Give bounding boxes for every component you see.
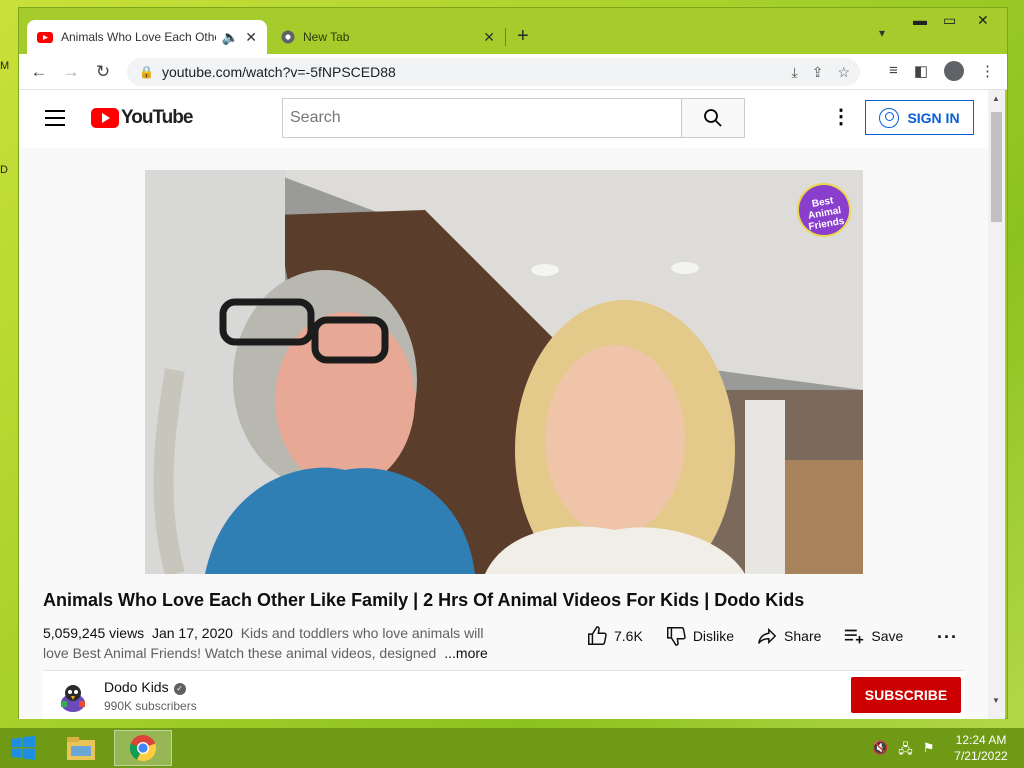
youtube-header: YouTube Search ⋮ SIGN IN <box>19 90 991 148</box>
taskbar-file-explorer[interactable] <box>52 730 110 766</box>
video-player[interactable]: Best Animal Friends <box>145 170 863 574</box>
install-app-icon[interactable]: ⤓ <box>792 64 798 81</box>
tab-title: New Tab <box>303 30 350 44</box>
lock-icon: 🔒 <box>139 65 154 79</box>
share-label: Share <box>784 628 822 644</box>
tab-youtube-video[interactable]: Animals Who Love Each Other Like Family … <box>27 20 267 54</box>
back-arrow-icon[interactable]: ← <box>23 62 55 82</box>
scroll-thumb[interactable] <box>991 112 1002 222</box>
desktop-icon-label-fragment: D <box>0 164 8 176</box>
more-actions-icon[interactable]: ··· <box>937 627 958 648</box>
share-button[interactable]: Share <box>756 625 821 647</box>
chrome-favicon-icon <box>281 30 295 44</box>
tab-strip: Animals Who Love Each Other Like Family … <box>19 8 1007 54</box>
new-tab-button[interactable]: + <box>517 25 529 48</box>
volume-muted-icon[interactable]: 🔇 <box>872 740 888 762</box>
media-controls-icon[interactable]: ≡ <box>889 62 898 82</box>
close-tab-icon[interactable]: ✕ <box>245 29 257 46</box>
sign-in-label: SIGN IN <box>907 109 960 126</box>
subscribe-button[interactable]: SUBSCRIBE <box>851 677 961 713</box>
save-button[interactable]: Save <box>843 625 903 647</box>
channel-avatar[interactable] <box>55 679 91 715</box>
taskbar-chrome[interactable] <box>114 730 172 766</box>
bookmark-star-icon[interactable]: ☆ <box>837 64 850 81</box>
network-icon[interactable]: 🖧 <box>898 740 913 762</box>
clock-time: 12:24 AM <box>955 733 1007 747</box>
search-input[interactable]: Search <box>282 98 682 138</box>
browser-toolbar: ← → ↻ 🔒 youtube.com/watch?v=-5fNPSCED88 … <box>19 54 1007 90</box>
share-page-icon[interactable]: ⇪ <box>812 64 824 81</box>
audio-playing-icon[interactable]: 🔈 <box>222 29 239 46</box>
upload-date: Jan 17, 2020 <box>151 625 233 641</box>
search-placeholder: Search <box>290 109 341 126</box>
close-window-icon[interactable]: ✕ <box>977 12 989 29</box>
video-actions: 7.6K Dislike Share Save <box>586 625 925 647</box>
start-button[interactable] <box>0 728 46 768</box>
video-description[interactable]: 5,059,245 views Jan 17, 2020 Kids and to… <box>43 623 493 663</box>
clock-date: 7/21/2022 <box>954 749 1008 763</box>
tab-title: Animals Who Love Each Other Like Family <box>61 30 216 44</box>
video-frame-image <box>145 170 863 574</box>
profile-avatar-icon[interactable] <box>944 61 964 81</box>
like-button[interactable]: 7.6K <box>586 625 643 647</box>
tab-new-tab[interactable]: New Tab ✕ <box>271 20 505 54</box>
youtube-favicon-icon <box>37 31 53 43</box>
youtube-logo-text: YouTube <box>121 107 193 128</box>
settings-kebab-icon[interactable]: ⋮ <box>831 107 851 127</box>
reload-icon[interactable]: ↻ <box>87 62 119 82</box>
channel-row: Dodo Kids ✓ 990K subscribers SUBSCRIBE <box>43 670 965 719</box>
search-button[interactable] <box>681 98 745 138</box>
search-icon <box>704 109 722 127</box>
dislike-button[interactable]: Dislike <box>665 625 734 647</box>
verified-check-icon: ✓ <box>173 683 186 695</box>
tab-search-chevron-icon[interactable]: ▾ <box>879 26 885 40</box>
thumbs-up-icon <box>588 626 607 645</box>
address-bar[interactable]: 🔒 youtube.com/watch?v=-5fNPSCED88 ⤓ ⇪ ☆ <box>127 58 860 86</box>
share-arrow-icon <box>758 627 777 645</box>
youtube-page: YouTube Search ⋮ SIGN IN Best Animal Fri… <box>19 90 991 719</box>
youtube-logo[interactable]: YouTube <box>91 107 193 129</box>
sign-in-button[interactable]: SIGN IN <box>865 100 974 135</box>
thumbs-down-icon <box>666 627 686 646</box>
system-tray: 🔇 🖧 ⚑ <box>872 740 934 762</box>
forward-arrow-icon[interactable]: → <box>55 62 87 82</box>
maximize-icon[interactable]: ▭ <box>943 12 956 29</box>
scroll-down-arrow-icon[interactable]: ▼ <box>992 696 1000 705</box>
like-count: 7.6K <box>614 628 643 644</box>
windows-logo-icon <box>11 735 35 760</box>
channel-name-text: Dodo Kids <box>104 679 169 695</box>
video-title: Animals Who Love Each Other Like Family … <box>43 590 805 610</box>
more-link[interactable]: ...more <box>444 645 488 661</box>
view-count: 5,059,245 views <box>43 625 145 641</box>
taskbar-clock[interactable]: 12:24 AM 7/21/2022 <box>950 732 1012 764</box>
user-circle-icon <box>879 107 900 128</box>
browser-menu-icon[interactable]: ⋮ <box>980 62 995 82</box>
desktop-icon-label-fragment: M <box>0 60 10 72</box>
channel-name[interactable]: Dodo Kids ✓ <box>104 679 186 695</box>
save-label: Save <box>871 628 904 644</box>
menu-hamburger-icon[interactable] <box>45 110 65 126</box>
dislike-label: Dislike <box>692 628 735 644</box>
subscriber-count: 990K subscribers <box>104 699 197 713</box>
scroll-up-arrow-icon[interactable]: ▲ <box>992 94 1000 103</box>
page-scrollbar[interactable]: ▲ ▼ <box>988 90 1005 719</box>
side-panel-icon[interactable]: ◧ <box>914 62 928 82</box>
youtube-play-icon <box>91 108 119 128</box>
minimize-icon[interactable]: ▬ <box>913 12 927 28</box>
address-url: youtube.com/watch?v=-5fNPSCED88 <box>161 64 396 80</box>
close-tab-icon[interactable]: ✕ <box>483 29 495 46</box>
chrome-icon <box>129 735 157 762</box>
taskbar: 🔇 🖧 ⚑ 12:24 AM 7/21/2022 <box>0 728 1024 768</box>
folder-icon <box>67 737 95 760</box>
playlist-add-icon <box>845 629 864 644</box>
tab-separator <box>505 28 506 46</box>
action-center-flag-icon[interactable]: ⚑ <box>923 740 935 762</box>
